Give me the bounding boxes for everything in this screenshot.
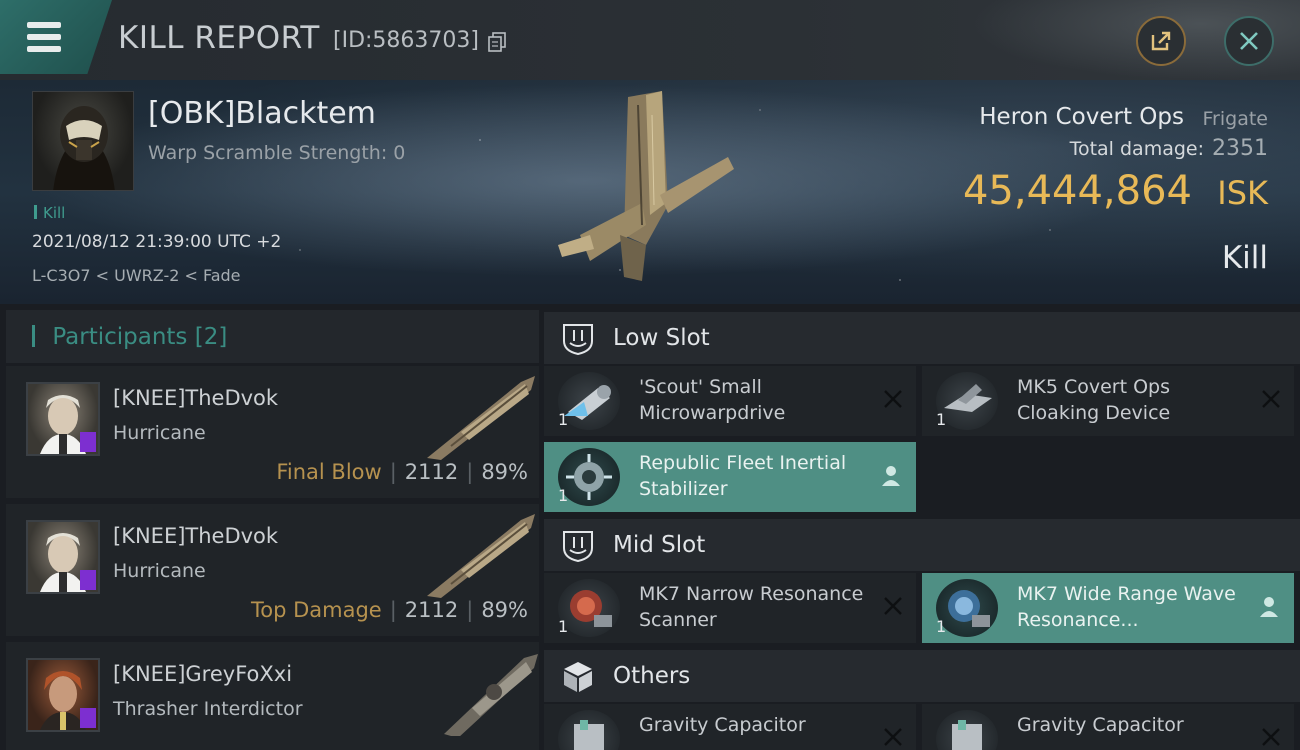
- participant-row[interactable]: [KNEE]GreyFoXxi Thrasher Interdictor: [6, 642, 539, 750]
- x-icon: [1262, 390, 1280, 408]
- low-slot-header: Low Slot: [544, 312, 1300, 364]
- module-name: MK7 Wide Range Wave Resonance...: [1017, 583, 1236, 631]
- module-quantity: 1: [936, 410, 947, 429]
- participant-ship: Hurricane: [113, 422, 206, 444]
- participant-stats: Final Blow | 2112 | 89%: [276, 460, 528, 484]
- participants-count: [2]: [194, 324, 228, 350]
- title-bar: KILL REPORT [ID:5863703]: [0, 0, 1300, 80]
- module-quantity: 1: [558, 486, 569, 505]
- participant-name[interactable]: [KNEE]GreyFoXxi: [113, 662, 292, 686]
- isk-value: 45,444,864: [962, 168, 1192, 214]
- participant-percent: 89%: [481, 460, 528, 484]
- module-icon: [558, 710, 620, 750]
- share-icon: [1151, 31, 1171, 51]
- victim-portrait[interactable]: [32, 91, 134, 191]
- participant-ship: Thrasher Interdictor: [113, 698, 303, 720]
- report-id: [ID:5863703]: [333, 28, 479, 53]
- user-icon: [882, 466, 900, 486]
- total-damage-value: 2351: [1212, 136, 1268, 161]
- module-card[interactable]: 1 MK7 Wide Range Wave Resonance...: [922, 573, 1294, 643]
- participant-ship: Hurricane: [113, 560, 206, 582]
- victim-ship-name[interactable]: Heron Covert Ops: [979, 104, 1184, 130]
- module-name: 'Scout' Small Microwarpdrive: [639, 376, 786, 424]
- module-icon: [936, 710, 998, 750]
- module-card[interactable]: Gravity Capacitor: [544, 704, 916, 750]
- avatar: [26, 658, 100, 732]
- isk-unit: ISK: [1217, 174, 1268, 212]
- low-slot-icon: [563, 324, 593, 356]
- module-quantity: 1: [558, 410, 569, 429]
- victim-ship-class: Frigate: [1202, 108, 1268, 130]
- participant-role: Top Damage: [250, 598, 382, 622]
- participant-ship-image: [427, 376, 535, 460]
- avatar: [26, 520, 100, 594]
- corp-badge: [80, 570, 96, 590]
- participant-name[interactable]: [KNEE]TheDvok: [113, 524, 278, 548]
- corp-badge: [80, 708, 96, 728]
- user-icon: [1260, 597, 1278, 617]
- victim-name[interactable]: [OBK]Blacktem: [148, 96, 376, 131]
- kill-location[interactable]: L-C3O7 < UWRZ-2 < Fade: [32, 266, 241, 285]
- participants-label: Participants: [52, 324, 188, 350]
- hamburger-icon-bar: [27, 34, 61, 40]
- close-button[interactable]: [1224, 16, 1274, 66]
- module-name: Gravity Capacitor: [639, 714, 806, 736]
- x-icon: [884, 597, 902, 615]
- menu-button[interactable]: [0, 0, 112, 74]
- module-quantity: 1: [936, 617, 947, 636]
- module-name: MK5 Covert Ops Cloaking Device: [1017, 376, 1171, 424]
- kill-datetime: 2021/08/12 21:39:00 UTC +2: [32, 232, 282, 252]
- warp-scramble-strength: Warp Scramble Strength: 0: [148, 142, 406, 164]
- x-icon: [884, 728, 902, 746]
- x-icon: [884, 390, 902, 408]
- module-card[interactable]: 1 MK5 Covert Ops Cloaking Device: [922, 366, 1294, 436]
- participant-ship-image: [427, 514, 535, 598]
- module-card[interactable]: 1 MK7 Narrow Resonance Scanner: [544, 573, 916, 643]
- mid-slot-icon: [563, 531, 593, 563]
- cube-icon: [564, 662, 592, 692]
- victim-avatar: [53, 106, 115, 190]
- participant-damage: 2112: [404, 598, 459, 622]
- module-card[interactable]: 1 'Scout' Small Microwarpdrive: [544, 366, 916, 436]
- report-type: Kill: [1221, 240, 1268, 276]
- x-icon: [1262, 728, 1280, 746]
- module-card[interactable]: Gravity Capacitor: [922, 704, 1294, 750]
- participants-title: Participants [2]: [32, 324, 227, 350]
- victim-banner: [OBK]Blacktem Warp Scramble Strength: 0 …: [0, 80, 1300, 304]
- participant-stats: Top Damage | 2112 | 89%: [250, 598, 528, 622]
- kill-tag: Kill: [34, 204, 65, 222]
- mid-slot-header: Mid Slot: [544, 519, 1300, 571]
- module-name: Gravity Capacitor: [1017, 714, 1184, 736]
- low-slot-title: Low Slot: [613, 325, 710, 351]
- hamburger-icon-bar: [27, 46, 61, 52]
- total-damage-label: Total damage:: [1069, 138, 1204, 160]
- mid-slot-title: Mid Slot: [613, 532, 706, 558]
- module-card[interactable]: 1 Republic Fleet Inertial Stabilizer: [544, 442, 916, 512]
- participant-percent: 89%: [481, 598, 528, 622]
- participant-damage: 2112: [404, 460, 459, 484]
- participant-row[interactable]: [KNEE]TheDvok Hurricane Final Blow | 2112 |…: [6, 366, 539, 498]
- participant-name[interactable]: [KNEE]TheDvok: [113, 386, 278, 410]
- module-name: Republic Fleet Inertial Stabilizer: [639, 452, 847, 500]
- page-title: KILL REPORT: [118, 20, 320, 56]
- share-button[interactable]: [1136, 16, 1186, 66]
- avatar: [26, 382, 100, 456]
- others-title: Others: [613, 663, 691, 689]
- others-header: Others: [544, 650, 1300, 702]
- close-icon: [1240, 32, 1258, 50]
- participant-row[interactable]: [KNEE]TheDvok Hurricane Top Damage | 2112 |…: [6, 504, 539, 636]
- hamburger-icon: [27, 22, 61, 28]
- participant-ship-image: [444, 654, 538, 736]
- copy-icon[interactable]: [488, 32, 506, 52]
- participants-header: Participants [2]: [6, 310, 539, 363]
- module-name: MK7 Narrow Resonance Scanner: [639, 583, 864, 631]
- victim-ship-image: [558, 91, 734, 281]
- corp-badge: [80, 432, 96, 452]
- module-quantity: 1: [558, 617, 569, 636]
- participant-role: Final Blow: [276, 460, 382, 484]
